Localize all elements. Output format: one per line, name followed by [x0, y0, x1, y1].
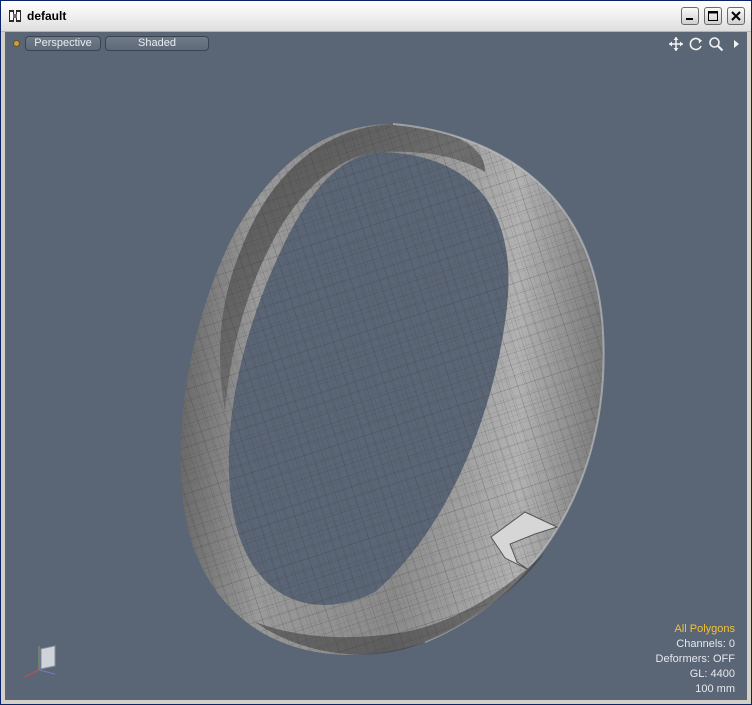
viewport-info-overlay: All Polygons Channels: 0 Deformers: OFF …: [656, 622, 735, 697]
3d-viewport[interactable]: Perspective Shaded All Polygons Channels…: [5, 32, 747, 700]
main-window: default Perspective Shaded All Polygons …: [0, 0, 752, 705]
viewport-header: Perspective Shaded: [5, 32, 747, 56]
viewport-scene[interactable]: [5, 32, 747, 700]
rotate-icon[interactable]: [688, 36, 704, 52]
zoom-icon[interactable]: [708, 36, 724, 52]
maximize-icon: [708, 11, 718, 21]
modo-app-icon: [9, 10, 21, 22]
gl-label: GL: 4400: [689, 668, 735, 680]
selection-mode-label: All Polygons: [674, 623, 735, 635]
move-icon[interactable]: [668, 36, 684, 52]
title-bar[interactable]: default: [1, 1, 751, 32]
ring-wireframe-fine: [180, 124, 604, 655]
maximize-button[interactable]: [704, 7, 722, 25]
view-mode-button[interactable]: Perspective: [25, 36, 101, 51]
minimize-icon: [686, 18, 693, 20]
grid-unit-label: 100 mm: [695, 683, 735, 695]
window-title: default: [27, 9, 67, 23]
minimize-button[interactable]: [681, 7, 699, 25]
close-button[interactable]: [727, 7, 745, 25]
close-icon: [731, 11, 741, 21]
shading-mode-button[interactable]: Shaded: [105, 36, 209, 51]
menu-arrow-icon[interactable]: [728, 36, 744, 52]
viewport-options-dot[interactable]: [13, 40, 20, 47]
channels-label: Channels: 0: [676, 638, 735, 650]
axis-gizmo-icon: [22, 645, 56, 679]
deformers-label: Deformers: OFF: [655, 653, 735, 665]
